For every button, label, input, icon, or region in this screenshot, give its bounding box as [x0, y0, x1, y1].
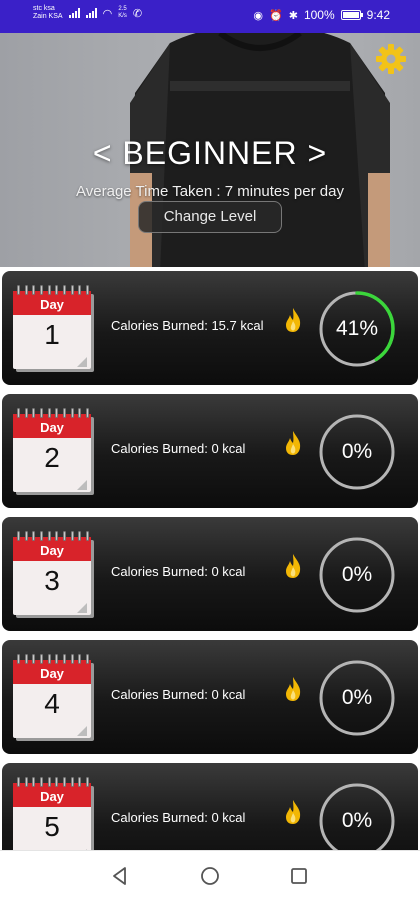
calendar-icon: Day 2 [13, 408, 95, 494]
calendar-icon: Day 3 [13, 531, 95, 617]
nfc-icon: ◉ [253, 9, 264, 22]
calendar-icon: Day 4 [13, 654, 95, 740]
calendar-day-number: 3 [44, 565, 60, 596]
calendar-day-number: 1 [44, 319, 60, 350]
calendar-day-number: 5 [44, 811, 60, 842]
day-card[interactable]: Day 3 Calories Burned: 0 kcal 0% [2, 517, 418, 631]
calendar-page-fold [77, 603, 87, 613]
calories-burned-text: Calories Burned: 15.7 kcal [111, 318, 264, 333]
system-nav-bar [0, 850, 420, 900]
carrier-info: stc ksa Zain KSA [33, 5, 63, 21]
calendar-rings [17, 777, 89, 787]
calories-burned-text: Calories Burned: 0 kcal [111, 564, 246, 579]
calendar-page-fold [77, 357, 87, 367]
calendar-icon: Day 1 [13, 285, 95, 371]
battery-fill [342, 12, 359, 18]
day-card[interactable]: Day 4 Calories Burned: 0 kcal 0% [2, 640, 418, 754]
wifi-icon: ◠ [102, 7, 113, 20]
network-speed-value: 2.5 [118, 6, 127, 12]
network-speed: 2.5 K/s [118, 6, 127, 20]
whatsapp-icon: ✆ [132, 7, 143, 20]
calendar-page: Day 3 [13, 537, 91, 615]
calories-burned-text: Calories Burned: 0 kcal [111, 441, 246, 456]
day-card[interactable]: Day 1 Calories Burned: 15.7 kcal 41% [2, 271, 418, 385]
battery-icon [340, 10, 363, 20]
progress-percent: 41% [335, 317, 379, 340]
calendar-rings [17, 654, 89, 664]
day-list[interactable]: Day 1 Calories Burned: 15.7 kcal 41% Day… [0, 267, 420, 850]
progress-percent: 0% [341, 686, 373, 709]
progress-percent: 0% [341, 440, 373, 463]
calendar-page-fold [77, 726, 87, 736]
gear-icon[interactable] [375, 43, 407, 75]
status-right: ◉ ⏰ ✱ 100% 9:42 [253, 8, 390, 22]
day-card[interactable]: Day 2 Calories Burned: 0 kcal 0% [2, 394, 418, 508]
calendar-day-number: 2 [44, 442, 60, 473]
calendar-rings [17, 408, 89, 418]
level-header: < BEGINNER > Average Time Taken : 7 minu… [0, 33, 420, 267]
back-triangle-icon[interactable] [109, 865, 131, 887]
calendar-icon: Day 5 [13, 777, 95, 850]
signal-icon-2 [85, 8, 97, 18]
signal-icon [68, 8, 80, 18]
change-level-button[interactable]: Change Level [138, 201, 282, 233]
flame-icon [286, 800, 301, 824]
calendar-page: Day 5 [13, 783, 91, 850]
level-title[interactable]: < BEGINNER > [0, 135, 420, 172]
flame-icon [286, 431, 301, 455]
flame-icon [286, 308, 301, 332]
network-speed-unit: K/s [118, 13, 127, 19]
flame-icon [286, 677, 301, 701]
day-card[interactable]: Day 5 Calories Burned: 0 kcal 0% [2, 763, 418, 850]
carrier-line-2: Zain KSA [33, 13, 63, 20]
average-time-text: Average Time Taken : 7 minutes per day [76, 183, 344, 200]
calendar-day-number: 4 [44, 688, 60, 719]
calendar-rings [17, 285, 89, 295]
calendar-rings [17, 531, 89, 541]
status-bar: stc ksa Zain KSA ◠ 2.5 K/s ✆ ◉ ⏰ ✱ 100% … [0, 0, 420, 33]
alarm-icon: ⏰ [269, 9, 283, 22]
calendar-page: Day 1 [13, 291, 91, 369]
clock: 9:42 [366, 8, 390, 22]
home-circle-icon[interactable] [199, 865, 221, 887]
carrier-line-1: stc ksa [33, 5, 55, 12]
battery-percent: 100% [303, 8, 335, 22]
status-left: stc ksa Zain KSA ◠ 2.5 K/s ✆ [33, 5, 142, 21]
recents-square-icon[interactable] [288, 865, 310, 887]
flame-icon [286, 554, 301, 578]
progress-percent: 0% [341, 563, 373, 586]
calendar-page: Day 2 [13, 414, 91, 492]
progress-percent: 0% [341, 809, 373, 832]
calendar-page: Day 4 [13, 660, 91, 738]
calendar-page-fold [77, 480, 87, 490]
calories-burned-text: Calories Burned: 0 kcal [111, 687, 246, 702]
bluetooth-icon: ✱ [288, 9, 298, 22]
calories-burned-text: Calories Burned: 0 kcal [111, 810, 246, 825]
